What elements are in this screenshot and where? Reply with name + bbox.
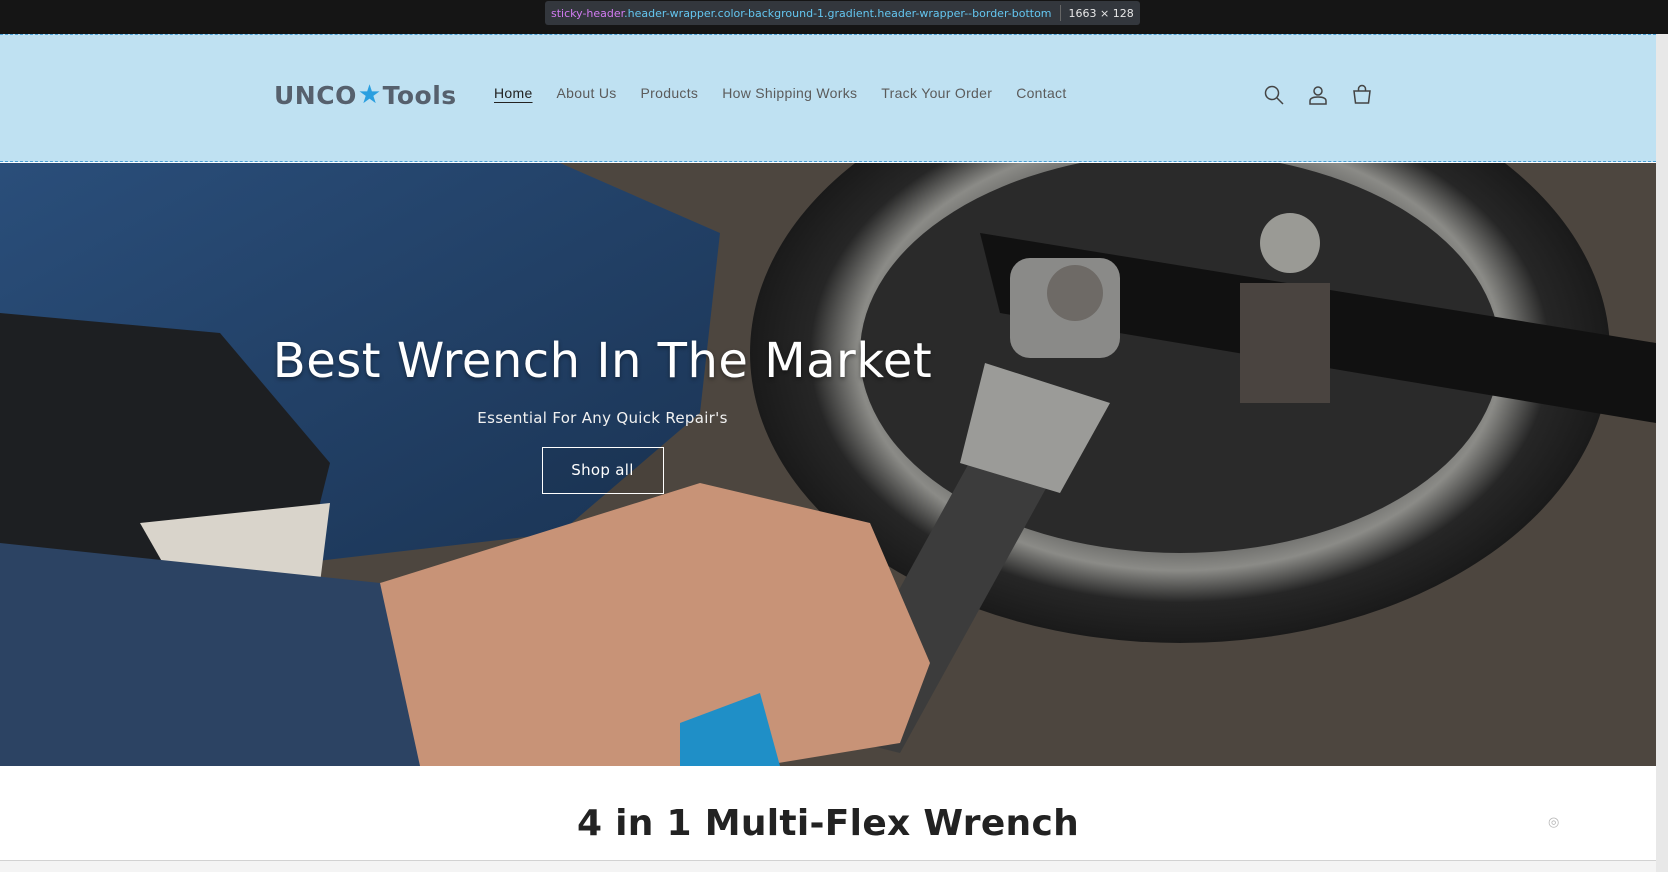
vertical-scrollbar[interactable] [1656, 34, 1668, 872]
nav-home[interactable]: Home [494, 85, 533, 101]
shop-all-button[interactable]: Shop all [541, 447, 664, 494]
bottom-bar [0, 860, 1656, 872]
logo-text-left: UNCO [274, 80, 357, 110]
site-logo[interactable]: UNCO ★ Tools [274, 75, 457, 115]
nav-track-your-order[interactable]: Track Your Order [881, 85, 992, 101]
cart-icon[interactable] [1350, 83, 1374, 107]
watermark-icon: ◎ [1548, 815, 1560, 830]
inspector-dimensions: 1663 × 128 [1068, 6, 1134, 20]
hero-banner: Best Wrench In The Market Essential For … [0, 163, 1656, 766]
inspector-tag: sticky-header [551, 6, 625, 20]
sticky-header: UNCO ★ Tools Home About Us Products How … [0, 34, 1656, 162]
logo-text-right: Tools [382, 80, 457, 110]
star-icon: ★ [357, 80, 382, 110]
section-title: 4 in 1 Multi-Flex Wrench [576, 803, 1080, 844]
inspector-divider [1059, 5, 1061, 21]
hero-subtitle: Essential For Any Quick Repair's [477, 409, 728, 427]
inspector-classes: .header-wrapper.color-background-1.gradi… [624, 6, 1052, 20]
nav-how-shipping-works[interactable]: How Shipping Works [722, 85, 857, 101]
nav-about-us[interactable]: About Us [557, 85, 617, 101]
search-icon[interactable] [1262, 83, 1286, 107]
nav-contact[interactable]: Contact [1016, 85, 1066, 101]
nav-products[interactable]: Products [641, 85, 699, 101]
hero-title: Best Wrench In The Market [272, 333, 933, 389]
inspector-tooltip: sticky-header.header-wrapper.color-backg… [545, 1, 1140, 25]
main-nav: Home About Us Products How Shipping Work… [494, 85, 1091, 101]
devtools-strip: sticky-header.header-wrapper.color-backg… [0, 0, 1668, 34]
header-icons [1262, 83, 1374, 107]
account-icon[interactable] [1306, 83, 1330, 107]
hero-content: Best Wrench In The Market Essential For … [0, 333, 1205, 494]
